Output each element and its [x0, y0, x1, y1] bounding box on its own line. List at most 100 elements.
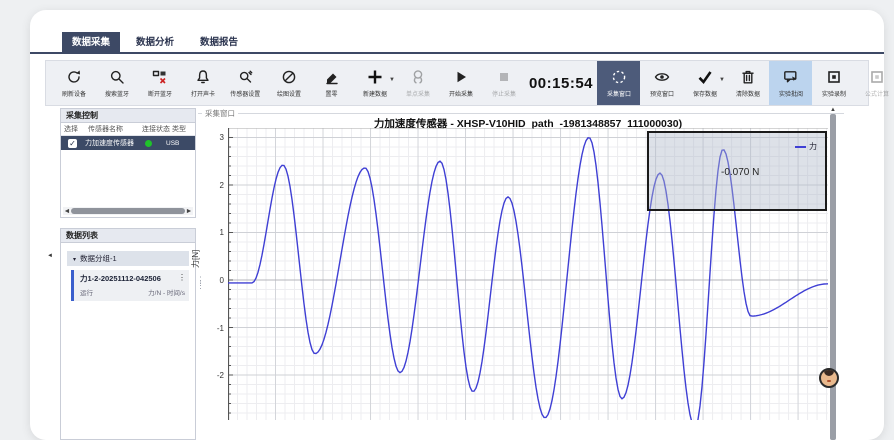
- data-item-axes: 力/N - 时间/s: [148, 287, 185, 297]
- legend-series-label: 力: [809, 141, 817, 152]
- scroll-up-icon[interactable]: ▲: [830, 107, 836, 113]
- col-status: 连接状态: [142, 124, 172, 134]
- record-icon: [826, 69, 842, 85]
- capture-control-panel: 采集控制 选择 传感器名称 连接状态 类型 ✓ 力加速度传感器 USB ◄ ►: [60, 108, 196, 218]
- scroll-left-icon[interactable]: ◄: [63, 208, 71, 215]
- chevron-down-icon: ▾: [73, 257, 76, 263]
- sensor-type: USB: [166, 140, 179, 147]
- plotset-icon: [281, 69, 297, 85]
- toolbar-label: 停止采集: [492, 88, 516, 97]
- toolbar-clear-data-button[interactable]: 清除数据: [726, 61, 769, 105]
- avatar-hair: [824, 369, 834, 376]
- data-item-title: 力1-2-20251112-042506: [80, 273, 185, 284]
- toolbar-label: 保存数据: [693, 88, 717, 97]
- toolbar-search-bluetooth-button[interactable]: 搜索蓝牙: [95, 61, 138, 105]
- toolbar-open-soundcard-button[interactable]: 打开声卡: [181, 61, 224, 105]
- play-icon: [453, 69, 469, 85]
- force-reading-annotation: -0.070 N: [721, 167, 759, 178]
- tab-data-report[interactable]: 数据报告: [190, 32, 248, 54]
- annotate-icon: [783, 69, 799, 85]
- col-select: 选择: [64, 124, 88, 134]
- data-list-panel: 数据列表 ▾ 数据分组-1 力1-2-20251112-042506 ⋮ 运行 力…: [60, 228, 196, 440]
- scroll-right-icon[interactable]: ►: [185, 208, 193, 215]
- toolbar-disconnect-bluetooth-button[interactable]: 断开蓝牙: [138, 61, 181, 105]
- toolbar-plot-settings-button[interactable]: 绘图设置: [267, 61, 310, 105]
- data-group-row[interactable]: ▾ 数据分组-1: [67, 251, 189, 266]
- chart-legend: 力: [795, 141, 817, 152]
- toolbar-experiment-annotate-button[interactable]: 实验批阅: [769, 61, 812, 105]
- toolbar-label: 公式计算: [865, 88, 889, 97]
- toolbar-preview-window-button[interactable]: 预览窗口: [640, 61, 683, 105]
- toolbar-label: 清除数据: [736, 88, 760, 97]
- toolbar-stop-capture-button[interactable]: 停止采集: [482, 61, 525, 105]
- toolbar-start-capture-button[interactable]: 开始采集: [439, 61, 482, 105]
- check-icon: [697, 69, 713, 85]
- toolbar-label: 断开蓝牙: [148, 88, 172, 97]
- sensor-icon: [238, 69, 254, 85]
- formula-icon: [869, 69, 885, 85]
- toolbar-label: 置零: [326, 88, 338, 97]
- eye-icon: [654, 69, 670, 85]
- toolbar-label: 传感器设置: [231, 88, 261, 97]
- tab-data-analysis[interactable]: 数据分析: [126, 32, 184, 54]
- data-group-label: 数据分组-1: [80, 254, 117, 263]
- bt-disc-icon: [152, 69, 168, 85]
- dropdown-caret-icon[interactable]: ▼: [719, 77, 725, 83]
- toolbar-label: 采集窗口: [607, 88, 631, 97]
- sensor-row[interactable]: ✓ 力加速度传感器 USB: [61, 136, 195, 150]
- toolbar-label: 单点采集: [406, 88, 430, 97]
- status-dot: [145, 140, 152, 147]
- data-item-status: 运行: [80, 287, 93, 297]
- app-window: 数据采集 数据分析 数据报告 刷新设备 搜索蓝牙 断开蓝牙打开声卡传感器设置 绘图设置…: [30, 10, 884, 440]
- toolbar-sensor-settings-button[interactable]: 传感器设置: [224, 61, 267, 105]
- zero-icon: [324, 69, 340, 85]
- trash-icon: [740, 69, 756, 85]
- toolbar-label: 实验录制: [822, 88, 846, 97]
- legend-line-swatch: [795, 146, 806, 148]
- y-tick-label: 2: [202, 181, 224, 190]
- selection-rectangle[interactable]: -0.070 N 力: [647, 131, 827, 211]
- y-tick-label: -1: [202, 324, 224, 333]
- y-tick-label: -2: [202, 371, 224, 380]
- horizontal-scrollbar[interactable]: ◄ ►: [63, 207, 193, 215]
- toolbar-label: 刷新设备: [62, 88, 86, 97]
- col-sensor-name: 传感器名称: [88, 124, 142, 134]
- dropdown-caret-icon[interactable]: ▼: [389, 77, 395, 83]
- kebab-menu-icon[interactable]: ⋮: [178, 273, 186, 282]
- toolbar-formula-calc-button[interactable]: 公式计算: [855, 61, 894, 105]
- sensor-checkbox[interactable]: ✓: [68, 139, 77, 148]
- toolbar-zero-button[interactable]: 置零: [310, 61, 353, 105]
- toolbar-save-data-button[interactable]: 保存数据▼: [683, 61, 726, 105]
- data-list-title: 数据列表: [61, 229, 195, 243]
- toolbar-label: 新建数据: [363, 88, 387, 97]
- y-tick-label: 3: [202, 133, 224, 142]
- toolbar: 刷新设备搜索蓝牙断开蓝牙打开声卡传感器设置绘图设置置零新建数据▼单点采集开始采集…: [45, 60, 869, 106]
- chart-groupbox-border: [198, 113, 844, 114]
- toolbar-new-data-button[interactable]: 新建数据▼: [353, 61, 396, 105]
- tab-bar: 数据采集 数据分析 数据报告: [30, 32, 884, 54]
- toolbar-label: 预览窗口: [650, 88, 674, 97]
- toolbar-refresh-device-button[interactable]: 刷新设备: [52, 61, 95, 105]
- stop-icon: [496, 69, 512, 85]
- y-tick-label: 1: [202, 228, 224, 237]
- toolbar-capture-window-button[interactable]: 采集窗口: [597, 61, 640, 105]
- capture-timer: 00:15:54: [525, 61, 597, 105]
- sidebar-collapse-icon[interactable]: ◄: [47, 253, 55, 260]
- toolbar-single-point-button[interactable]: 单点采集: [396, 61, 439, 105]
- avatar-mouth: [827, 380, 831, 382]
- chart-vertical-scrollbar[interactable]: ▲: [830, 114, 836, 440]
- y-tick-label: 0: [202, 276, 224, 285]
- toolbar-label: 搜索蓝牙: [105, 88, 129, 97]
- tab-data-capture[interactable]: 数据采集: [62, 32, 120, 54]
- toolbar-label: 绘图设置: [277, 88, 301, 97]
- singlepoint-icon: [410, 69, 426, 85]
- refresh-icon: [66, 69, 82, 85]
- toolbar-label: 开始采集: [449, 88, 473, 97]
- toolbar-experiment-record-button[interactable]: 实验录制: [812, 61, 855, 105]
- scrollbar-thumb[interactable]: [71, 208, 185, 214]
- dashcircle-icon: [611, 69, 627, 85]
- capture-control-title: 采集控制: [61, 109, 195, 123]
- bell-icon: [195, 69, 211, 85]
- assistant-avatar[interactable]: [819, 368, 839, 388]
- data-item[interactable]: 力1-2-20251112-042506 ⋮ 运行 力/N - 时间/s: [71, 270, 189, 301]
